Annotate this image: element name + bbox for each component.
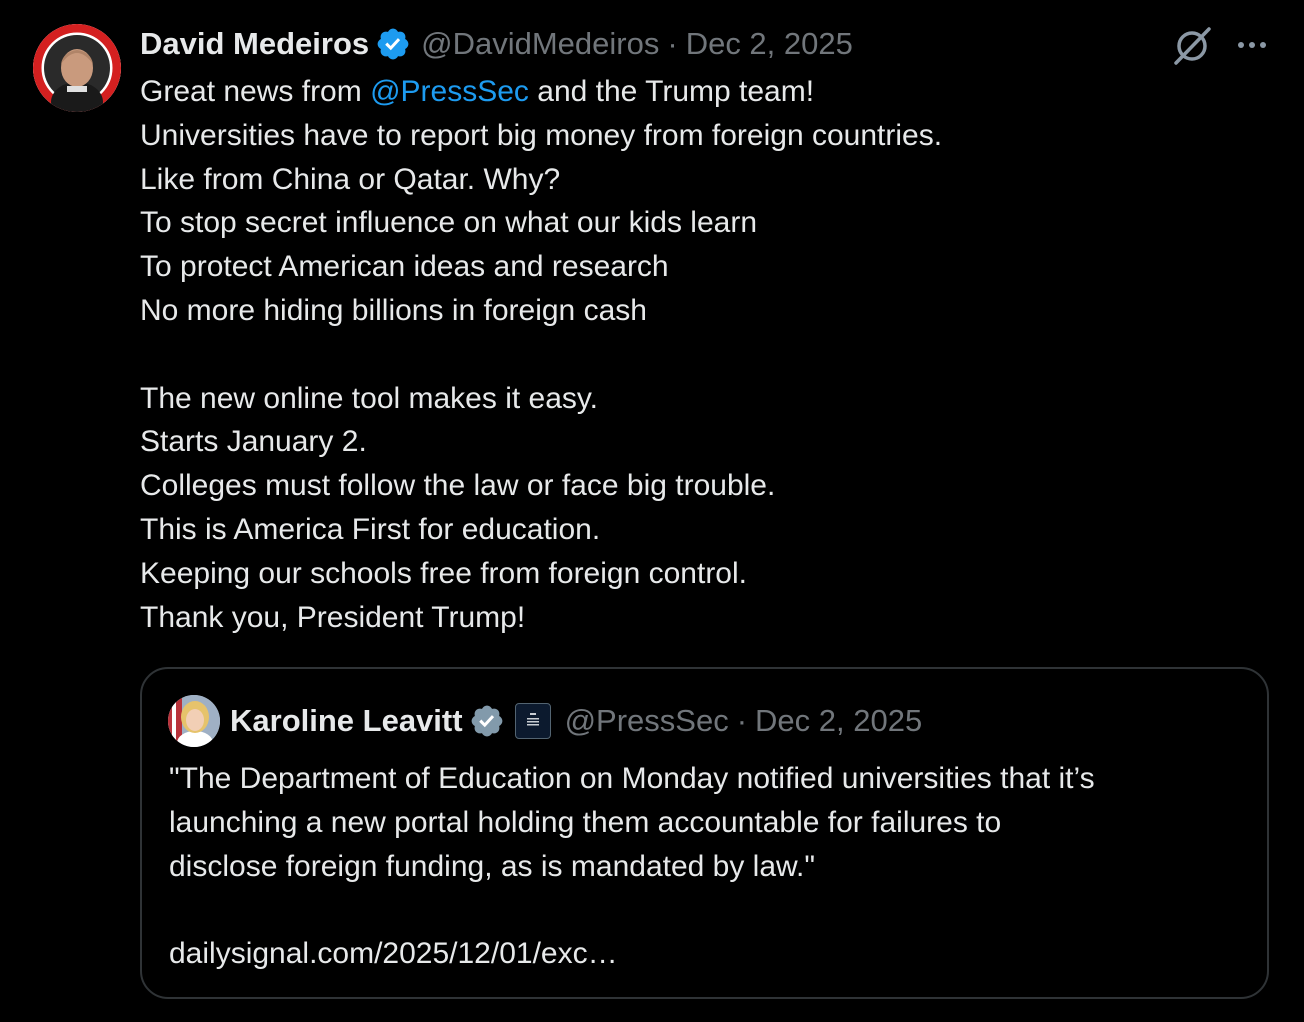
post-date[interactable]: Dec 2, 2025 <box>686 26 853 62</box>
white-house-badge-icon[interactable] <box>514 703 551 739</box>
gray-verified-badge-icon[interactable] <box>469 703 505 739</box>
grok-slash-circle-icon[interactable] <box>1170 24 1214 68</box>
quoted-text-line: disclose foreign funding, as is mandated… <box>169 849 816 883</box>
quoted-post-date[interactable]: Dec 2, 2025 <box>755 703 922 739</box>
separator-dot: · <box>667 26 678 61</box>
quoted-author-handle[interactable]: @PressSec <box>565 703 729 739</box>
separator-dot: · <box>736 703 748 738</box>
post-text-segment: Great news from <box>140 75 371 108</box>
avatar-image-icon <box>33 24 121 112</box>
quoted-author-display-name[interactable]: Karoline Leavitt <box>230 703 463 739</box>
quoted-author-avatar[interactable] <box>168 695 220 747</box>
post-text-line: Starts January 2. <box>140 425 367 459</box>
post-text-line: Great news from @PressSec and the Trump … <box>140 70 1260 114</box>
quoted-text-line: launching a new portal holding them acco… <box>169 805 1002 839</box>
quoted-link-text[interactable]: dailysignal.com/2025/12/01/exc… <box>169 932 1259 976</box>
quoted-post[interactable]: Karoline Leavitt @PressSec · Dec 2, 2025… <box>140 667 1269 999</box>
quoted-post-text: "The Department of Education on Monday n… <box>169 757 1259 976</box>
author-avatar[interactable] <box>33 24 121 112</box>
post-text-line: To stop secret influence on what our kid… <box>140 206 758 240</box>
quoted-text-line: "The Department of Education on Monday n… <box>169 762 1095 795</box>
quoted-avatar-image-icon <box>168 695 220 747</box>
post-text-line: Thank you, President Trump! <box>140 600 526 634</box>
post-text-line: Colleges must follow the law or face big… <box>140 469 776 503</box>
post-text-line: To protect American ideas and research <box>140 250 669 284</box>
post-text-line: Keeping our schools free from foreign co… <box>140 556 747 590</box>
more-dots-icon[interactable] <box>1234 30 1270 60</box>
post-text-line: The new online tool makes it easy. <box>140 381 599 415</box>
quoted-post-header: Karoline Leavitt @PressSec · Dec 2, 2025 <box>230 699 922 743</box>
verified-badge-icon[interactable] <box>375 26 411 62</box>
post-text-segment: and the Trump team! <box>528 75 815 108</box>
author-display-name[interactable]: David Medeiros <box>140 26 369 62</box>
post-text-line: This is America First for education. <box>140 512 601 546</box>
post-text: Great news from @PressSec and the Trump … <box>140 70 1260 639</box>
mention-link[interactable]: @PressSec <box>370 75 529 108</box>
tweet: David Medeiros @DavidMedeiros · Dec 2, 2… <box>0 0 1304 1022</box>
post-text-line: Universities have to report big money fr… <box>140 118 943 152</box>
post-header: David Medeiros @DavidMedeiros · Dec 2, 2… <box>140 22 853 66</box>
post-text-line: Like from China or Qatar. Why? <box>140 162 561 196</box>
post-text-line: No more hiding billions in foreign cash <box>140 293 647 327</box>
author-handle[interactable]: @DavidMedeiros <box>421 26 659 62</box>
white-house-emblem-icon <box>521 710 544 732</box>
